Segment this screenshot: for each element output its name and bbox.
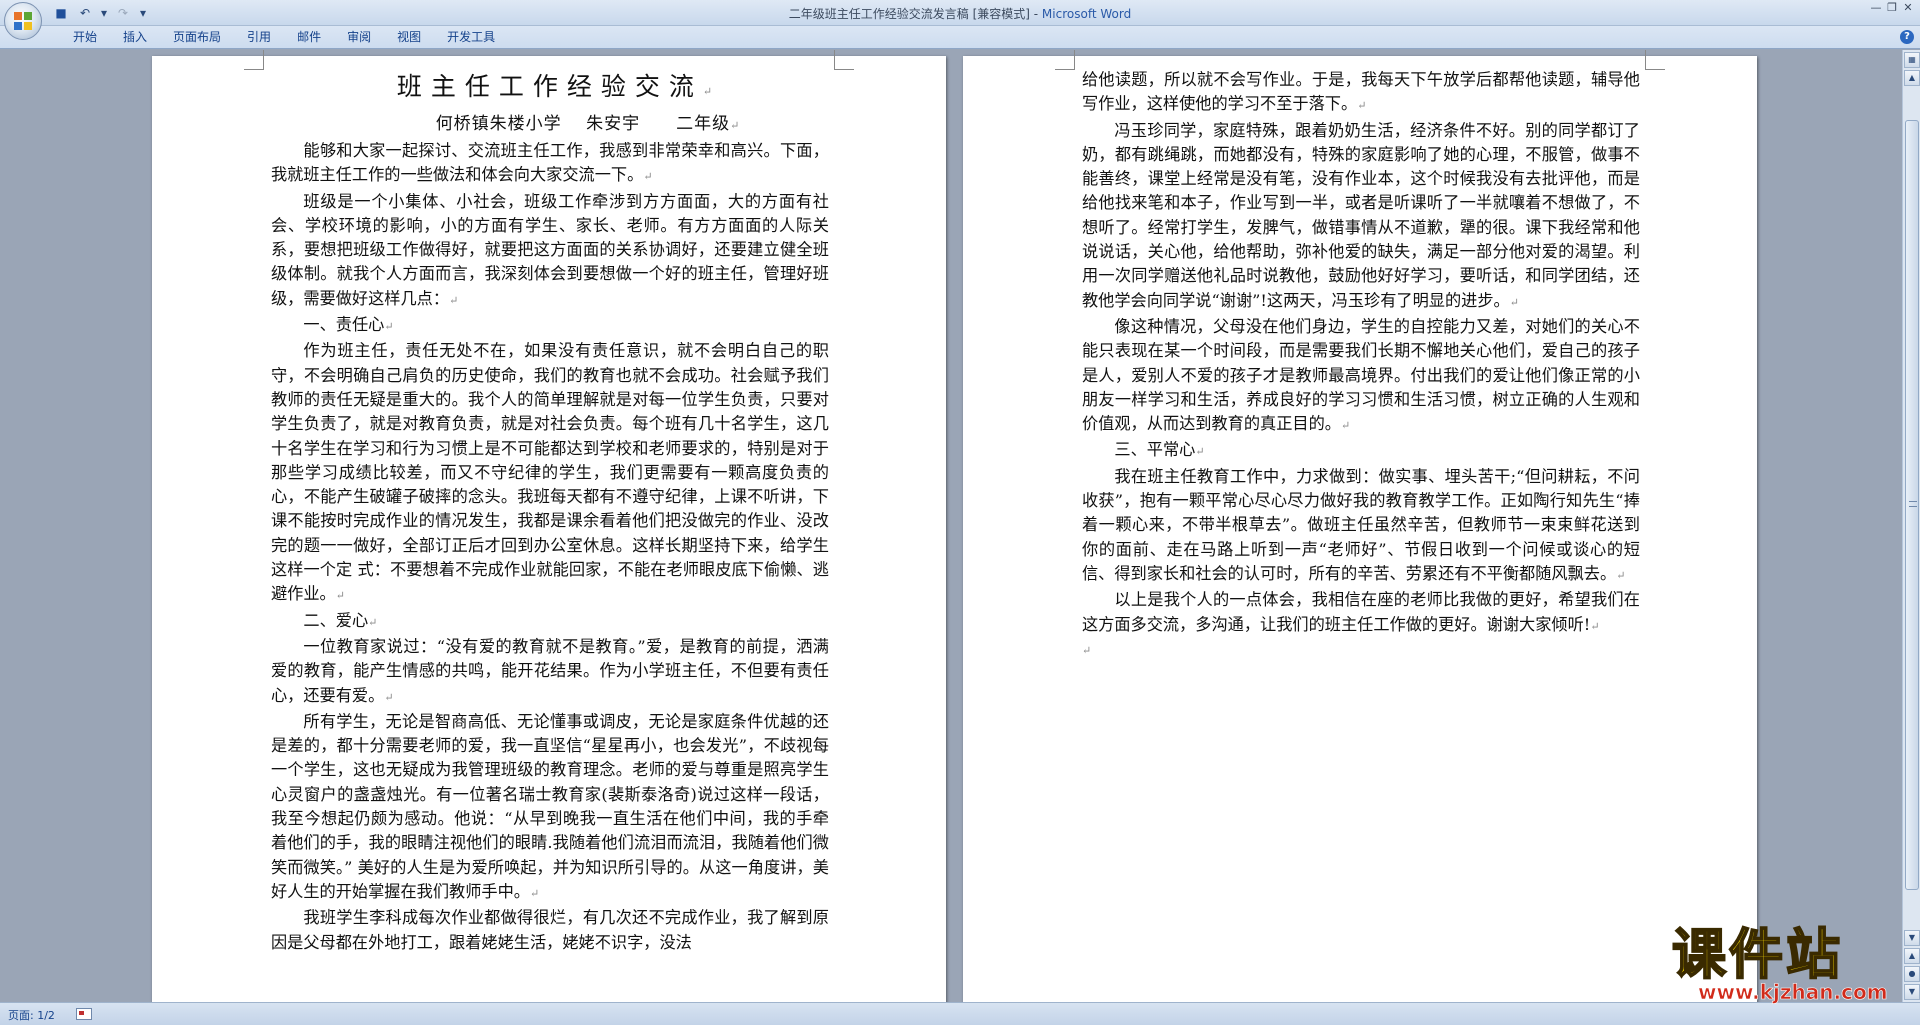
paragraph: 作为班主任，责任无处不在，如果没有责任意识，就不会明白自己的职守，不会明确自己肩…: [271, 341, 829, 604]
app-name: Microsoft Word: [1041, 7, 1132, 21]
minimize-icon[interactable]: —: [1868, 2, 1884, 16]
crop-mark: [244, 50, 264, 70]
ruler-toggle-icon[interactable]: ▦: [1904, 52, 1920, 68]
tab-home[interactable]: 开始: [60, 29, 110, 46]
paragraph-mark: ↵: [1082, 643, 1092, 657]
document-heading: 班主任工作经验交流↵: [396, 72, 722, 101]
paragraph: 能够和大家一起探讨、交流班主任工作，我感到非常荣幸和高兴。下面，我就班主任工作的…: [271, 141, 829, 185]
paragraph: 以上是我个人的一点体会，我相信在座的老师比我做的更好，希望我们在这方面多交流，多…: [1082, 590, 1640, 634]
scroll-thumb[interactable]: [1905, 120, 1919, 890]
office-button[interactable]: [4, 2, 42, 40]
paragraph: 我班学生李科成每次作业都做得很烂，有几次还不完成作业，我了解到原因是父母都在外地…: [271, 908, 829, 952]
crop-mark: [1645, 50, 1665, 70]
tab-references[interactable]: 引用: [234, 29, 284, 46]
title-bar: ■ ↶ ▾ ↷ ▾ 二年级班主任工作经验交流发言稿 [兼容模式] - Micro…: [0, 0, 1920, 26]
tab-review[interactable]: 审阅: [334, 29, 384, 46]
paragraph: 一位教育家说过：“没有爱的教育就不是教育。”爱，是教育的前提，洒满爱的教育，能产…: [271, 636, 829, 705]
tab-insert[interactable]: 插入: [110, 29, 160, 46]
paragraph: 冯玉珍同学，家庭特殊，跟着奶奶生活，经济条件不好。别的同学都订了奶，都有跳绳跳，…: [1082, 120, 1640, 310]
watermark-text: 课件站: [1671, 923, 1843, 986]
paragraph: 像这种情况，父母没在他们身边，学生的自控能力又差，对她们的关心不能只表现在某一个…: [1082, 316, 1640, 434]
document-title: 二年级班主任工作经验交流发言稿 [兼容模式] -: [788, 7, 1042, 21]
page-body: 班主任工作经验交流↵ 何桥镇朱楼小学 朱安宇 二年级↵ 能够和大家一起探讨、交流…: [271, 68, 829, 955]
section-heading: 一、责任心↵: [303, 315, 394, 335]
macro-record-icon[interactable]: [76, 1008, 92, 1020]
vertical-scrollbar[interactable]: ▦ ▲ ▼ ▲ ● ▼: [1902, 50, 1920, 1002]
ribbon-tab-bar: 开始 插入 页面布局 引用 邮件 审阅 视图 开发工具 ?: [0, 26, 1920, 49]
window-title: 二年级班主任工作经验交流发言稿 [兼容模式] - Microsoft Word: [0, 5, 1920, 22]
paragraph: 班级是一个小集体、小社会，班级工作牵涉到方方面面，大的方面有社会、学校环境的影响…: [271, 191, 829, 308]
browse-object-icon[interactable]: ●: [1904, 966, 1920, 982]
status-bar: 页面: 1/2: [0, 1002, 1920, 1025]
crop-mark: [1055, 50, 1075, 70]
next-page-icon[interactable]: ▼: [1904, 984, 1920, 1000]
page-indicator[interactable]: 页面: 1/2: [8, 1007, 55, 1023]
ribbon-tabs: 开始 插入 页面布局 引用 邮件 审阅 视图 开发工具: [60, 29, 508, 46]
site-watermark-logo: 课件站 www.kjzhan.com: [1666, 923, 1906, 1006]
tab-mailings[interactable]: 邮件: [284, 29, 334, 46]
document-area: 班主任工作经验交流↵ 何桥镇朱楼小学 朱安宇 二年级↵ 能够和大家一起探讨、交流…: [0, 50, 1902, 1002]
scroll-down-icon[interactable]: ▼: [1904, 930, 1920, 946]
paragraph: 所有学生，无论是智商高低、无论懂事或调皮，无论是家庭条件优越的还是差的，都十分需…: [271, 711, 829, 901]
document-page-2[interactable]: 给他读题，所以就不会写作业。于是，我每天下午放学后都帮他读题，辅导他写作业，这样…: [963, 50, 1757, 1002]
paragraph: 给他读题，所以就不会写作业。于是，我每天下午放学后都帮他读题，辅导他写作业，这样…: [1082, 70, 1640, 114]
page-body: 给他读题，所以就不会写作业。于是，我每天下午放学后都帮他读题，辅导他写作业，这样…: [1082, 68, 1640, 663]
close-icon[interactable]: ✕: [1900, 2, 1916, 16]
section-heading: 三、平常心↵: [1114, 440, 1205, 460]
crop-mark: [834, 50, 854, 70]
previous-page-icon[interactable]: ▲: [1904, 948, 1920, 964]
window-controls: — ❐ ✕: [1868, 2, 1916, 16]
restore-icon[interactable]: ❐: [1884, 2, 1900, 16]
watermark-url: www.kjzhan.com: [1698, 980, 1888, 1005]
paragraph: 我在班主任教育工作中，力求做到：做实事、埋头苦干;“但问耕耘，不问收获”，抱有一…: [1082, 466, 1640, 583]
tab-developer[interactable]: 开发工具: [434, 29, 508, 46]
document-subheading: 何桥镇朱楼小学 朱安宇 二年级↵: [435, 114, 741, 134]
section-heading: 二、爱心↵: [303, 610, 378, 630]
scroll-up-icon[interactable]: ▲: [1904, 70, 1920, 86]
document-page-1[interactable]: 班主任工作经验交流↵ 何桥镇朱楼小学 朱安宇 二年级↵ 能够和大家一起探讨、交流…: [152, 50, 946, 1002]
help-icon[interactable]: ?: [1900, 30, 1914, 44]
scroll-grip-icon: [1909, 501, 1917, 507]
office-logo-icon: [14, 12, 32, 30]
tab-view[interactable]: 视图: [384, 29, 434, 46]
tab-page-layout[interactable]: 页面布局: [160, 29, 234, 46]
